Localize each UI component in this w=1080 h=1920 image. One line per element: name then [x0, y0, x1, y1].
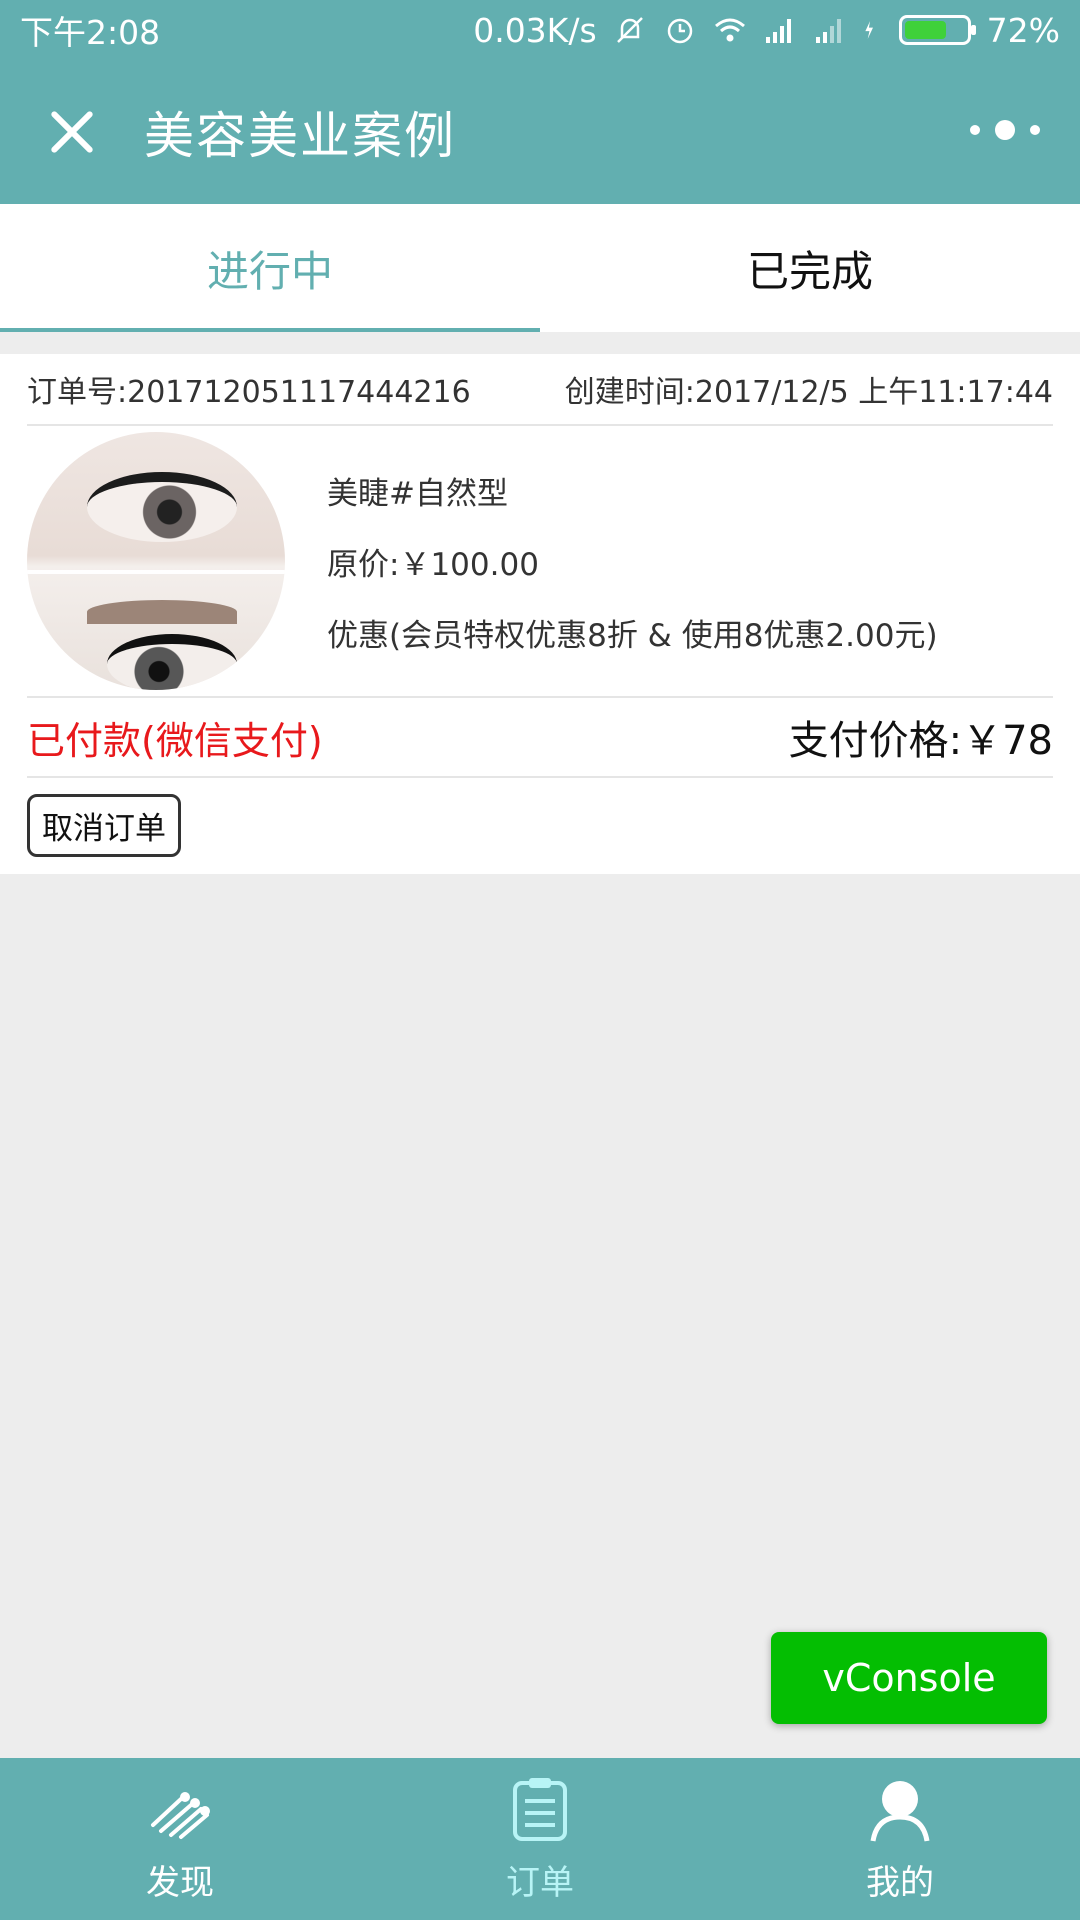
- payment-status: 已付款(微信支付): [27, 718, 323, 763]
- tabbar-label-profile: 我的: [866, 1862, 934, 1903]
- network-speed: 0.03K/s: [473, 10, 597, 50]
- tabbar-item-profile[interactable]: 我的: [720, 1758, 1080, 1920]
- tabbar-item-discover[interactable]: 发现: [0, 1758, 360, 1920]
- original-price: 原价:￥100.00: [327, 546, 539, 583]
- tab-completed[interactable]: 已完成: [540, 204, 1080, 332]
- charging-icon: [864, 21, 873, 39]
- discount-info: 优惠(会员特权优惠8折 & 使用8优惠2.00元): [327, 617, 938, 654]
- wifi-icon: [714, 18, 745, 42]
- order-body: 美睫#自然型 原价:￥100.00 优惠(会员特权优惠8折 & 使用8优惠2.0…: [27, 426, 1053, 698]
- order-status-tabs: 进行中 已完成: [0, 204, 1080, 332]
- page-title: 美容美业案例: [144, 107, 456, 165]
- status-indicators: 0.03K/s 72%: [473, 11, 1060, 50]
- product-name: 美睫#自然型: [327, 475, 508, 512]
- signal-icon-2: [815, 19, 841, 43]
- product-image[interactable]: [27, 432, 285, 690]
- tabbar-item-order[interactable]: 订单: [360, 1758, 720, 1920]
- battery-percent: 72%: [986, 10, 1060, 50]
- order-icon: [513, 1777, 567, 1841]
- order-created-time: 创建时间:2017/12/5 上午11:17:44: [564, 375, 1053, 410]
- payment-price: 支付价格:￥78: [788, 718, 1053, 764]
- status-bar: 下午2:08 0.03K/s 72%: [0, 0, 1080, 60]
- nav-bar: 美容美业案例: [0, 60, 1080, 204]
- mute-bell-icon: [616, 17, 643, 43]
- alarm-icon: [667, 18, 692, 44]
- battery-icon: [898, 15, 976, 45]
- order-actions: 取消订单: [27, 778, 1053, 872]
- discover-icon: [151, 1791, 210, 1839]
- order-number: 订单号:20171205111744421​6: [27, 375, 471, 410]
- vconsole-button[interactable]: vConsole: [771, 1632, 1047, 1724]
- order-footer: 已付款(微信支付) 支付价格:￥78: [27, 698, 1053, 778]
- signal-icon-1: [765, 19, 791, 43]
- tab-in-progress[interactable]: 进行中: [0, 204, 540, 332]
- more-options-icon[interactable]: [970, 110, 1040, 150]
- bottom-tab-bar: 发现 订单 我的: [0, 1758, 1080, 1920]
- tabbar-label-discover: 发现: [146, 1862, 214, 1903]
- cancel-order-button[interactable]: 取消订单: [27, 793, 181, 857]
- close-icon[interactable]: [40, 100, 104, 164]
- product-info: 美睫#自然型 原价:￥100.00 优惠(会员特权优惠8折 & 使用8优惠2.0…: [327, 468, 938, 655]
- profile-icon: [870, 1780, 930, 1842]
- tabbar-label-order: 订单: [506, 1862, 574, 1903]
- order-card: 订单号:20171205111744421​6 创建时间:2017/12/5 上…: [0, 354, 1080, 874]
- status-time: 下午2:08: [20, 13, 161, 52]
- order-header: 订单号:20171205111744421​6 创建时间:2017/12/5 上…: [27, 354, 1053, 426]
